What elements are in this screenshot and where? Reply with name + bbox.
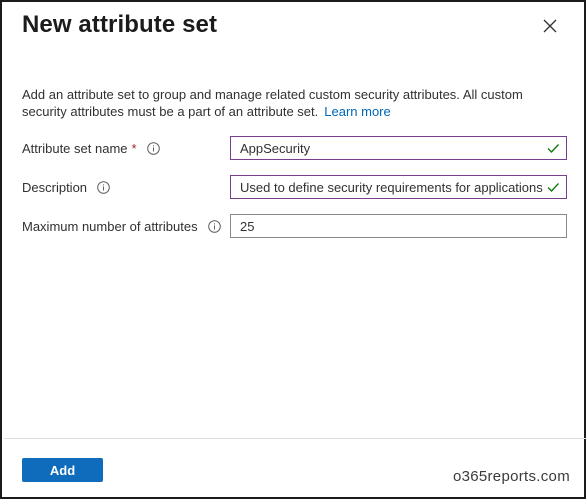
learn-more-link[interactable]: Learn more (324, 104, 390, 119)
attribute-set-name-label-text: Attribute set name (22, 141, 128, 156)
info-icon[interactable] (97, 181, 110, 194)
panel-description: Add an attribute set to group and manage… (22, 86, 542, 120)
close-button[interactable] (539, 15, 561, 37)
attribute-set-name-input[interactable] (231, 137, 546, 159)
max-attributes-label: Maximum number of attributes (22, 219, 221, 234)
info-icon[interactable] (146, 142, 160, 155)
watermark-text: o365reports.com (452, 468, 570, 485)
max-attributes-label-text: Maximum number of attributes (22, 219, 198, 234)
checkmark-icon (547, 183, 560, 193)
description-text: Add an attribute set to group and manage… (22, 87, 523, 119)
dialog-panel: New attribute set Add an attribute set t… (0, 0, 586, 499)
footer-divider (4, 438, 586, 439)
close-icon (543, 19, 557, 33)
max-attributes-input[interactable] (231, 215, 566, 237)
description-label: Description (22, 180, 110, 195)
description-label-text: Description (22, 180, 88, 195)
attribute-set-name-label: Attribute set name * (22, 141, 160, 156)
description-input[interactable] (231, 176, 546, 198)
panel-title: New attribute set (22, 11, 218, 38)
required-asterisk: * (131, 141, 137, 156)
description-field[interactable] (230, 175, 567, 199)
attribute-set-name-field[interactable] (230, 136, 567, 160)
max-attributes-field[interactable] (230, 214, 567, 238)
info-icon[interactable] (207, 220, 221, 233)
add-button[interactable]: Add (22, 458, 103, 482)
checkmark-icon (547, 144, 560, 154)
